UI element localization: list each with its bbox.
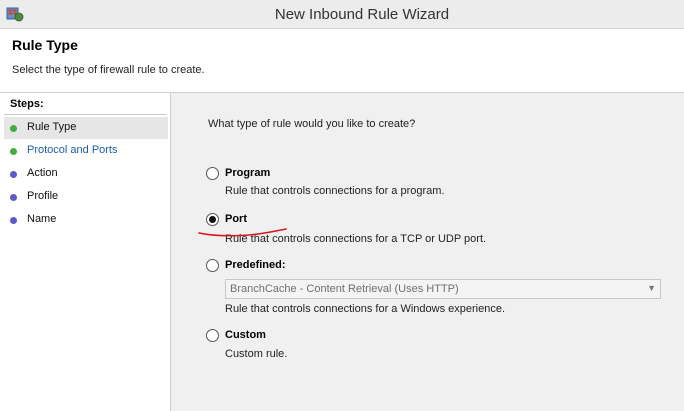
predefined-description: Rule that controls connections for a Win… [225,303,506,315]
step-label: Action [27,167,58,179]
program-label[interactable]: Program [225,167,270,179]
predefined-select-value: BranchCache - Content Retrieval (Uses HT… [230,283,459,295]
predefined-label[interactable]: Predefined: [225,259,286,271]
page-header: Rule Type Select the type of firewall ru… [0,29,684,93]
step-status-icon [10,125,17,132]
step-status-icon [10,171,17,178]
step-label: Rule Type [27,121,77,133]
chevron-down-icon: ▼ [647,283,656,293]
steps-panel: Steps: Rule Type Protocol and Ports Acti… [0,93,171,411]
step-action: Action [4,163,168,185]
predefined-select[interactable]: BranchCache - Content Retrieval (Uses HT… [225,279,661,299]
page-description: Select the type of firewall rule to crea… [12,64,205,76]
rule-type-question: What type of rule would you like to crea… [208,118,416,130]
title-bar: New Inbound Rule Wizard [0,0,684,29]
page-title: Rule Type [12,37,78,53]
program-description: Rule that controls connections for a pro… [225,185,445,197]
step-protocol-and-ports[interactable]: Protocol and Ports [4,140,168,162]
predefined-radio[interactable] [206,259,219,272]
step-label: Name [27,213,57,225]
step-profile: Profile [4,186,168,208]
step-label: Profile [27,190,59,202]
rule-type-panel: What type of rule would you like to crea… [171,93,684,411]
step-name: Name [4,209,168,231]
steps-divider [4,114,166,115]
custom-radio[interactable] [206,329,219,342]
program-radio[interactable] [206,167,219,180]
step-status-icon [10,217,17,224]
red-underline-annotation [198,228,287,237]
custom-label[interactable]: Custom [225,329,266,341]
step-status-icon [10,194,17,201]
step-status-icon [10,148,17,155]
step-rule-type: Rule Type [4,117,168,139]
window-title: New Inbound Rule Wizard [274,6,450,23]
custom-description: Custom rule. [225,348,288,360]
steps-heading: Steps: [10,98,44,110]
step-label[interactable]: Protocol and Ports [27,144,118,156]
